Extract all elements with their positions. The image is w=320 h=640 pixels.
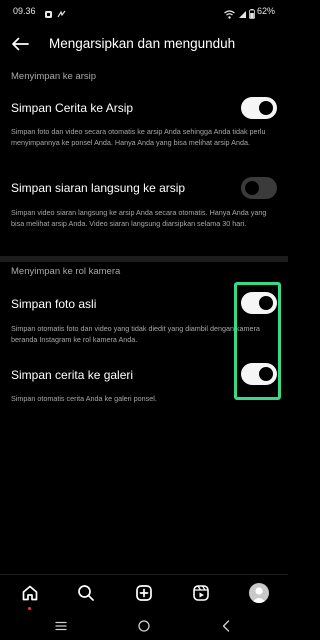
story-archive-label: Simpan Cerita ke Arsip	[11, 101, 134, 115]
toggle-knob	[259, 101, 273, 115]
section-divider	[0, 256, 288, 262]
live-archive-label: Simpan siaran langsung ke arsip	[11, 181, 186, 195]
app-icon	[57, 6, 66, 24]
system-back-button[interactable]	[217, 618, 235, 634]
nav-profile[interactable]	[248, 582, 270, 604]
status-bar: 09.36 62%	[0, 0, 288, 22]
system-home-button[interactable]	[135, 618, 153, 634]
bottom-navigation	[0, 574, 288, 612]
header: Mengarsipkan dan mengunduh	[0, 28, 288, 60]
create-icon	[136, 585, 152, 601]
notification-icon	[44, 6, 53, 24]
status-time: 09.36	[13, 6, 36, 16]
nav-create[interactable]	[133, 582, 155, 604]
section-title-archive: Menyimpan ke arsip	[11, 71, 97, 82]
toggle-knob	[245, 181, 259, 195]
back-chevron-icon	[222, 620, 230, 632]
nav-reels[interactable]	[190, 582, 212, 604]
menu-icon	[55, 621, 67, 631]
nav-search[interactable]	[75, 582, 97, 604]
profile-avatar	[249, 583, 269, 603]
notification-dot	[28, 607, 31, 610]
home-icon	[22, 585, 38, 601]
highlight-annotation-box	[234, 282, 281, 400]
back-button[interactable]	[8, 32, 32, 56]
recent-apps-button[interactable]	[52, 618, 70, 634]
story-archive-description: Simpan foto dan video secara otomatis ke…	[11, 127, 266, 147]
battery-percentage: 62%	[256, 6, 275, 16]
nav-home[interactable]	[19, 582, 41, 610]
page-title: Mengarsipkan dan mengunduh	[49, 36, 236, 51]
arrow-left-icon	[12, 37, 29, 51]
system-navigation-bar	[0, 612, 288, 640]
battery-icon	[249, 6, 255, 24]
live-archive-toggle[interactable]	[241, 177, 277, 199]
story-gallery-label: Simpan cerita ke galeri	[11, 368, 134, 382]
signal-icon	[238, 6, 247, 24]
home-circle-icon	[138, 620, 150, 632]
wifi-icon	[224, 6, 235, 24]
reels-icon	[193, 585, 209, 601]
story-archive-toggle[interactable]	[241, 97, 277, 119]
search-icon	[78, 585, 94, 601]
original-photo-label: Simpan foto asli	[11, 297, 97, 311]
section-title-camera-roll: Menyimpan ke rol kamera	[11, 266, 121, 277]
live-archive-description: Simpan video siaran langsung ke arsip An…	[11, 208, 267, 228]
